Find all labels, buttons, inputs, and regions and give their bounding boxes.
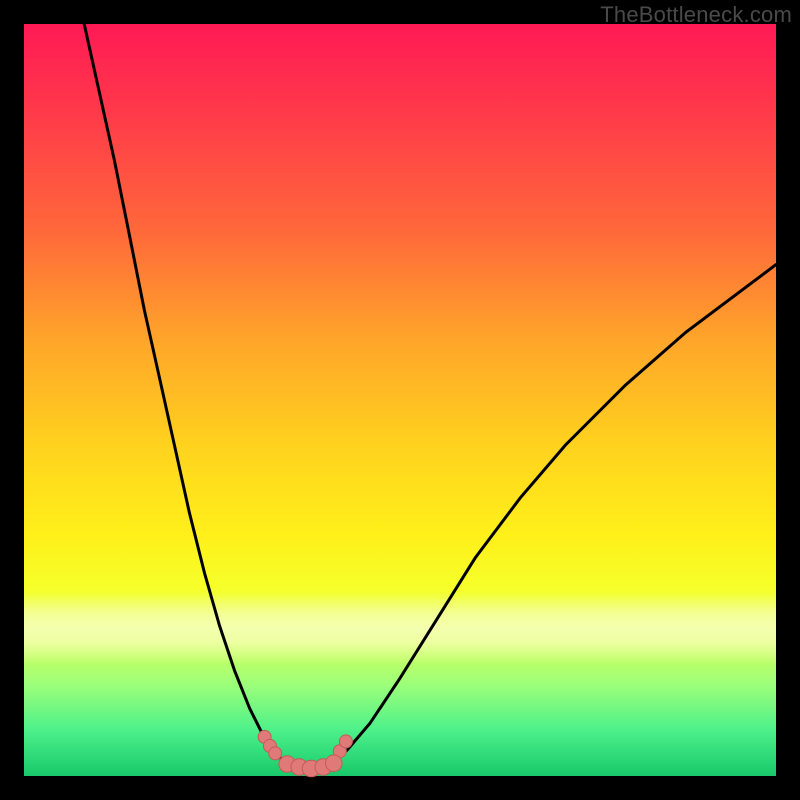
marker-group: [258, 730, 352, 776]
curve-group: [84, 24, 776, 769]
marker-dot: [339, 735, 352, 748]
marker-lobe: [326, 755, 343, 772]
marker-dot: [269, 747, 282, 760]
bottleneck-curve: [84, 24, 776, 769]
chart-svg: [24, 24, 776, 776]
